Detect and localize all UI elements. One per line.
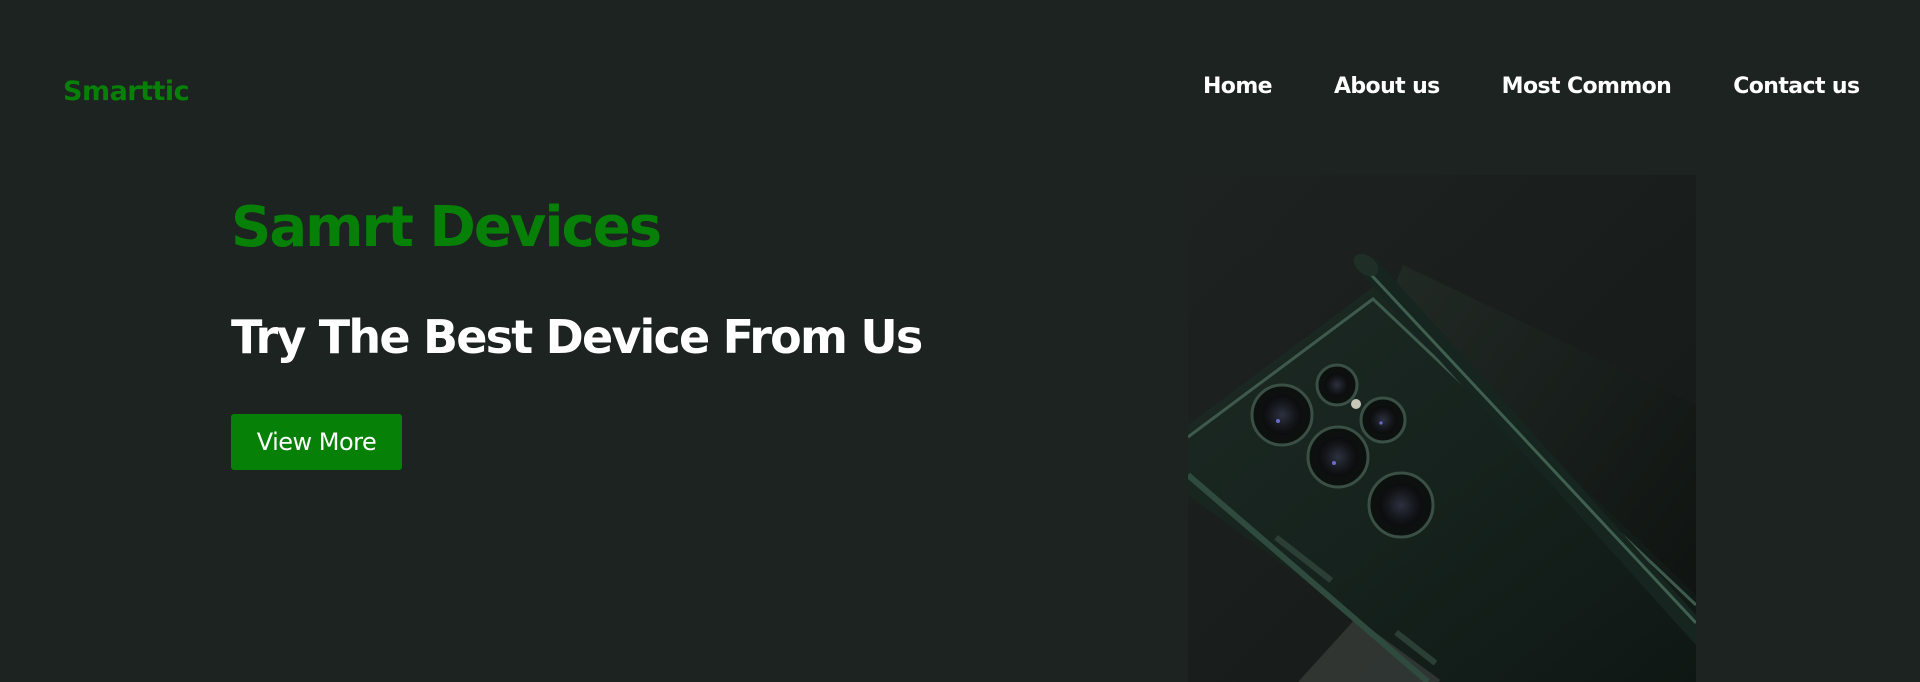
main-nav: Home About us Most Common Contact us	[1203, 74, 1860, 99]
nav-most-common-link[interactable]: Most Common	[1502, 74, 1672, 99]
view-more-button[interactable]: View More	[231, 414, 402, 470]
hero-title: Samrt Devices	[231, 195, 662, 260]
nav-home-link[interactable]: Home	[1203, 74, 1273, 99]
landing-page: Smarttic Home About us Most Common Conta…	[0, 0, 1920, 682]
product-phone-image	[1188, 175, 1696, 682]
nav-about-link[interactable]: About us	[1334, 74, 1440, 99]
hero-subtitle: Try The Best Device From Us	[231, 310, 923, 364]
nav-contact-link[interactable]: Contact us	[1733, 74, 1860, 99]
brand-logo[interactable]: Smarttic	[63, 76, 190, 107]
phone-image-illustration	[1188, 175, 1696, 682]
